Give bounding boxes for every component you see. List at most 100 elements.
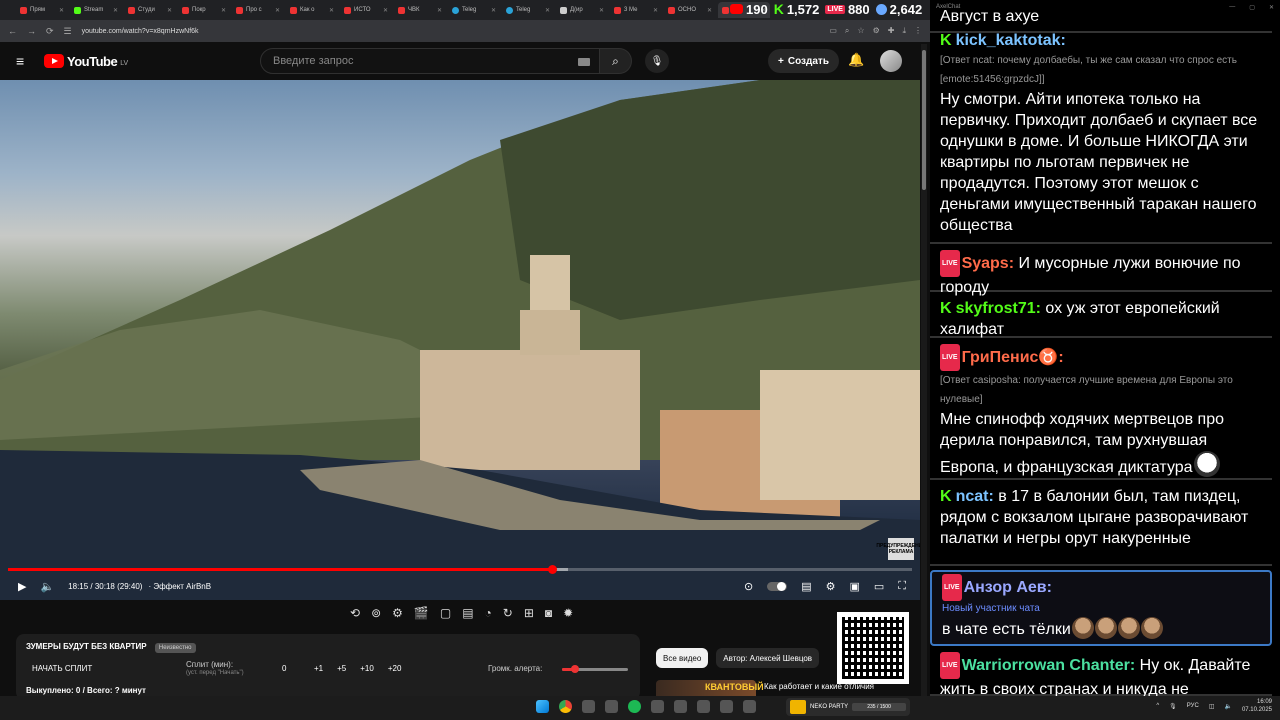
browser-tab[interactable]: Teleg ✕ — [448, 2, 500, 18]
app-icon[interactable] — [674, 700, 687, 713]
browser-tab[interactable]: Студи ✕ — [124, 2, 176, 18]
extension-settings-icon[interactable]: ✹ — [563, 606, 573, 620]
chat-username[interactable]: Анзор Аев: — [964, 579, 1052, 596]
close-tab-icon[interactable]: ✕ — [653, 7, 658, 14]
chat-username[interactable]: Warriorrowan Chanter: — [962, 657, 1136, 674]
neko-party-widget[interactable]: NEKO PARTY 235 / 1500 — [786, 698, 910, 716]
create-button[interactable]: + Создать — [768, 49, 839, 73]
video-player[interactable]: ПРЕДУПРЕЖДЕНИЕ РЕКЛАМА ▶ 🔈 18:15 / 30:18… — [0, 80, 920, 600]
alert-volume-slider[interactable] — [562, 665, 628, 673]
subtitles-icon[interactable]: ▤ — [801, 580, 811, 593]
search-button[interactable]: ⌕ — [600, 48, 632, 74]
browser-tab[interactable]: Stream ✕ — [70, 2, 122, 18]
browser-tab[interactable]: Про с ✕ — [232, 2, 284, 18]
extension-icon[interactable]: ⚙ — [873, 26, 880, 36]
url-field[interactable]: youtube.com/watch?v=x8qmHzwNf6k — [82, 28, 820, 35]
input-language[interactable]: РУС — [1187, 703, 1199, 709]
close-tab-icon[interactable]: ✕ — [491, 7, 496, 14]
loop-icon[interactable]: ⟲ — [350, 606, 360, 620]
related-video-title[interactable]: Как работает и какие отличия — [764, 682, 874, 691]
browser-tab[interactable]: Teleg ✕ — [502, 2, 554, 18]
screenshot-camera-icon[interactable]: ◙ — [545, 606, 552, 620]
notifications-bell-icon[interactable]: 🔔 — [848, 52, 864, 68]
close-tab-icon[interactable]: ✕ — [707, 7, 712, 14]
browser-menu-icon[interactable]: ⋮ — [914, 26, 922, 36]
start-split-button[interactable]: НАЧАТЬ СПЛИТ — [32, 664, 92, 673]
speed-settings-icon[interactable]: ⚙ — [392, 606, 403, 620]
browser-tab[interactable]: Как о ✕ — [286, 2, 338, 18]
cast-icon[interactable]: ▭ — [829, 26, 837, 36]
avatar[interactable] — [880, 50, 902, 72]
back-icon[interactable]: ← — [8, 26, 17, 36]
chip-all-videos[interactable]: Все видео — [656, 648, 709, 668]
clapperboard-icon[interactable]: 🎬 — [414, 606, 429, 620]
autoplay-toggle[interactable] — [767, 581, 788, 591]
browser-tab[interactable]: ОСНО ✕ — [664, 2, 716, 18]
media-player-icon[interactable] — [697, 700, 710, 713]
network-icon[interactable]: ◫ — [1209, 703, 1215, 710]
close-tab-icon[interactable]: ✕ — [545, 7, 550, 14]
theater-mode-icon[interactable]: ▭ — [874, 580, 884, 593]
add-5-button[interactable]: +5 — [337, 664, 346, 673]
youtube-logo[interactable]: YouTube LV — [44, 54, 128, 69]
file-explorer-icon[interactable] — [743, 700, 756, 713]
chat-username[interactable]: skyfrost71: — [956, 300, 1041, 317]
extensions-puzzle-icon[interactable]: ✚ — [888, 26, 895, 36]
spotify-icon[interactable] — [628, 700, 641, 713]
telegram-icon[interactable] — [720, 700, 733, 713]
close-tab-icon[interactable]: ✕ — [329, 7, 334, 14]
chip-author[interactable]: Автор: Алексей Шевцов — [716, 648, 820, 668]
menu-icon[interactable]: ≡ — [16, 53, 30, 69]
sponsor-skip-icon[interactable]: ⊙ — [744, 580, 753, 593]
miniplayer-icon[interactable]: ▣ — [849, 580, 859, 593]
chat-username[interactable]: kick_kaktotak: — [956, 32, 1066, 49]
close-tab-icon[interactable]: ✕ — [221, 7, 226, 14]
keyboard-icon[interactable] — [578, 58, 590, 66]
add-10-button[interactable]: +10 — [360, 664, 374, 673]
chat-username[interactable]: ncat: — [956, 488, 994, 505]
play-icon[interactable]: ▶ — [18, 580, 26, 593]
audio-broadcast-icon[interactable]: ⊚ — [371, 606, 381, 620]
settings-app-icon[interactable] — [582, 700, 595, 713]
browser-tab[interactable]: Покр ✕ — [178, 2, 230, 18]
cinema-mode-icon[interactable]: ▤ — [462, 606, 473, 620]
close-tab-icon[interactable]: ✕ — [275, 7, 280, 14]
page-scrollbar[interactable] — [921, 44, 927, 696]
close-tab-icon[interactable]: ✕ — [113, 7, 118, 14]
site-info-icon[interactable]: ☰ — [64, 26, 72, 37]
fullscreen-icon[interactable]: ⛶ — [898, 580, 906, 593]
video-progress-bar[interactable] — [8, 565, 912, 574]
add-20-button[interactable]: +20 — [388, 664, 402, 673]
microphone-icon[interactable]: 🎙 — [1169, 703, 1177, 710]
chrome-icon[interactable] — [559, 700, 572, 713]
alert-volume-handle[interactable] — [571, 665, 580, 673]
volume-icon[interactable]: 🔈 — [1224, 703, 1231, 710]
aspect-ratio-icon[interactable]: ▢ — [440, 606, 451, 620]
rotate-icon[interactable]: ↻ — [503, 606, 513, 620]
chat-username[interactable]: Syaps: — [962, 255, 1014, 272]
settings-gear-icon[interactable]: ⚙ — [826, 580, 836, 593]
browser-tab[interactable]: Прям ✕ — [16, 2, 68, 18]
zoom-icon[interactable]: ⌕ — [845, 26, 849, 36]
close-tab-icon[interactable]: ✕ — [599, 7, 604, 14]
browser-tab[interactable]: ЧВК ✕ — [394, 2, 446, 18]
add-screen-icon[interactable]: ⊞ — [524, 606, 534, 620]
bookmark-star-icon[interactable]: ☆ — [857, 26, 864, 36]
scrollbar-thumb[interactable] — [922, 50, 926, 190]
search-input[interactable]: Введите запрос — [260, 48, 600, 74]
volume-icon[interactable]: 🔈 — [40, 580, 54, 593]
close-tab-icon[interactable]: ✕ — [437, 7, 442, 14]
tray-chevron-icon[interactable]: ^ — [1156, 703, 1159, 709]
browser-tab[interactable]: 3 Ме ✕ — [610, 2, 662, 18]
chat-username[interactable]: ГриПенис♉: — [962, 349, 1064, 366]
chapter-title[interactable]: · Эффект AirBnB — [148, 582, 211, 591]
reload-icon[interactable]: ⟳ — [46, 26, 54, 37]
windows-start-icon[interactable] — [536, 700, 549, 713]
voice-search-button[interactable]: 🎙 — [645, 49, 669, 73]
add-1-button[interactable]: +1 — [314, 664, 323, 673]
close-tab-icon[interactable]: ✕ — [383, 7, 388, 14]
close-tab-icon[interactable]: ✕ — [167, 7, 172, 14]
browser-tab[interactable]: ИСТО ✕ — [340, 2, 392, 18]
speedometer-icon[interactable]: ◔ — [485, 606, 492, 620]
obs-icon[interactable] — [651, 700, 664, 713]
